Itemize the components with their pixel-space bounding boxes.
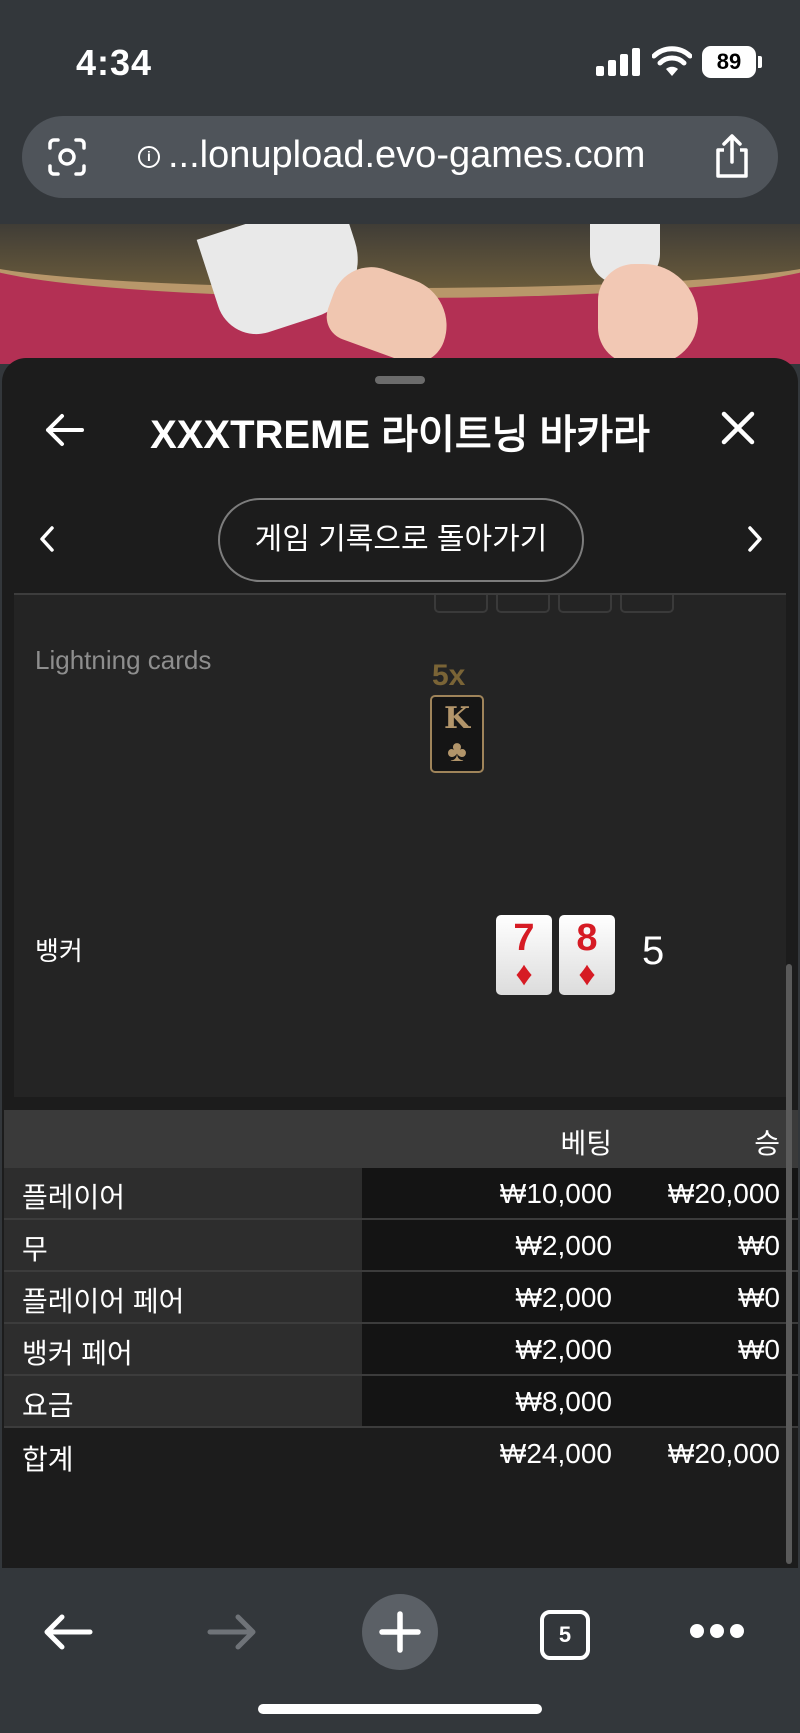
sheet-drag-handle[interactable] <box>375 376 425 384</box>
win-amount: ₩0 <box>738 1282 780 1313</box>
lightning-cards-label: Lightning cards <box>35 645 212 675</box>
bets-table: 베팅 승 플레이어 ₩10,000 ₩20,000 무 ₩2,000 ₩0 플레… <box>4 1110 798 1480</box>
bet-amount: ₩10,000 <box>499 1178 612 1209</box>
win-amount: ₩20,000 <box>667 1178 780 1209</box>
table-header: 베팅 승 <box>4 1110 798 1168</box>
tab-switcher-button[interactable]: 5 <box>540 1610 590 1660</box>
browser-back-icon[interactable] <box>42 1612 94 1652</box>
bet-amount: ₩2,000 <box>515 1334 613 1365</box>
player-card-edge <box>558 595 612 613</box>
banker-card: 8 ♦ <box>559 915 615 995</box>
table-row: 뱅커 페어 ₩2,000 ₩0 <box>4 1324 798 1376</box>
page-title: XXXTREME 라이트닝 바카라 <box>150 413 650 457</box>
live-video-feed <box>0 224 800 364</box>
card-rank: K <box>443 701 471 736</box>
bet-type: 플레이어 페어 <box>22 1286 185 1317</box>
table-row: 플레이어 페어 ₩2,000 ₩0 <box>4 1272 798 1324</box>
page-settings-icon[interactable] <box>46 136 88 178</box>
round-result-panel: Lightning cards 5x K ♣ 뱅커 7 ♦ 8 ♦ 5 <box>14 595 786 1097</box>
club-suit-icon: ♣ <box>447 735 467 768</box>
share-icon[interactable] <box>710 132 754 180</box>
table-row: 요금 ₩8,000 <box>4 1376 798 1428</box>
game-detail-sheet: XXXTREME 라이트닝 바카라 게임 기록으로 돌아가기 Lightning… <box>2 358 798 1570</box>
browser-forward-icon[interactable] <box>206 1612 258 1652</box>
column-header-bet: 베팅 <box>560 1128 612 1159</box>
status-bar: 4:34 89 <box>0 0 800 110</box>
new-tab-button[interactable] <box>362 1594 438 1670</box>
banker-label: 뱅커 <box>35 936 83 966</box>
back-to-history-button[interactable]: 게임 기록으로 돌아가기 <box>218 498 584 582</box>
home-indicator <box>258 1704 542 1714</box>
url-text[interactable]: ...lonupload.evo-games.com <box>168 134 645 177</box>
cellular-signal-icon <box>596 48 640 76</box>
total-win-amount: ₩20,000 <box>667 1438 780 1469</box>
bet-type: 무 <box>22 1234 48 1265</box>
bet-type: 플레이어 <box>22 1182 126 1213</box>
battery-icon: 89 <box>702 46 756 78</box>
row-name-cell <box>4 1220 362 1270</box>
bet-amount: ₩2,000 <box>515 1282 613 1313</box>
lightning-multiplier: 5x <box>432 659 466 692</box>
banker-card: 7 ♦ <box>496 915 552 995</box>
screen: 4:34 89 i ...lonupload.evo-games.com XXX… <box>0 0 800 1733</box>
diamond-suit-icon: ♦ <box>515 955 533 993</box>
more-options-icon[interactable] <box>690 1624 744 1640</box>
bet-type: 뱅커 페어 <box>22 1338 133 1369</box>
total-label: 합계 <box>22 1444 74 1475</box>
next-round-chevron-icon[interactable] <box>744 524 766 554</box>
win-amount: ₩0 <box>738 1230 780 1261</box>
win-amount: ₩0 <box>738 1334 780 1365</box>
lightning-card: K ♣ <box>430 695 484 773</box>
total-row: 합계 ₩24,000 ₩20,000 <box>4 1428 798 1480</box>
info-icon[interactable]: i <box>138 146 160 168</box>
player-card-edge <box>496 595 550 613</box>
bet-amount: ₩2,000 <box>515 1230 613 1261</box>
address-bar[interactable]: i ...lonupload.evo-games.com <box>22 116 778 198</box>
card-rank: 8 <box>576 917 598 959</box>
player-card-edge <box>434 595 488 613</box>
card-rank: 7 <box>513 917 535 959</box>
battery-level: 89 <box>716 49 742 74</box>
column-header-win: 승 <box>754 1128 780 1159</box>
table-row: 플레이어 ₩10,000 ₩20,000 <box>4 1168 798 1220</box>
previous-round-chevron-icon[interactable] <box>36 524 58 554</box>
total-bet-amount: ₩24,000 <box>499 1438 612 1469</box>
bet-amount: ₩8,000 <box>515 1386 613 1417</box>
scrollbar[interactable] <box>786 964 792 1564</box>
wifi-icon <box>652 46 692 76</box>
diamond-suit-icon: ♦ <box>578 955 596 993</box>
plus-icon <box>379 1611 421 1653</box>
status-time: 4:34 <box>76 42 153 83</box>
battery-tip <box>758 56 762 68</box>
table-row: 무 ₩2,000 ₩0 <box>4 1220 798 1272</box>
player-card-edge <box>620 595 674 613</box>
banker-score: 5 <box>642 929 665 973</box>
close-icon[interactable] <box>718 408 758 448</box>
bet-type: 요금 <box>22 1390 74 1421</box>
